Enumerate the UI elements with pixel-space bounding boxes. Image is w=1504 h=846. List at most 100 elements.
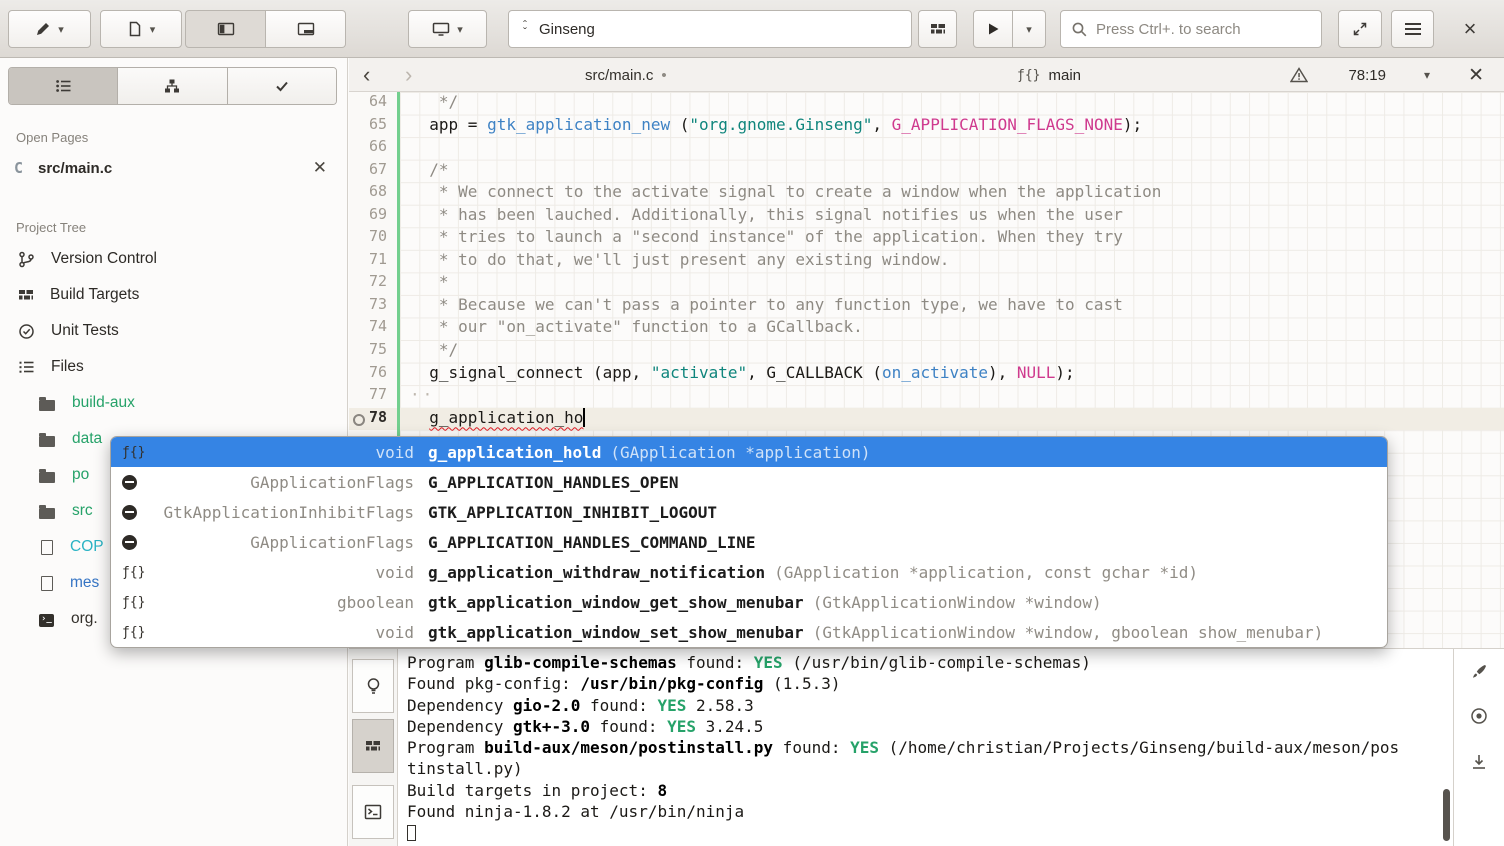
app-window: { "header": { "project_name": "Ginseng",… bbox=[0, 0, 1504, 846]
play-icon bbox=[985, 21, 1001, 37]
line-number[interactable]: 77 bbox=[349, 385, 397, 408]
console-scrollbar[interactable] bbox=[1443, 789, 1450, 841]
list-icon bbox=[55, 78, 72, 94]
build-status-omnibar[interactable]: ˆˇ Ginseng bbox=[508, 10, 912, 48]
project-title: Ginseng bbox=[539, 21, 595, 38]
code-line[interactable]: */ bbox=[400, 92, 1504, 115]
symbol-selector[interactable]: ƒ{} main bbox=[1017, 58, 1081, 92]
code-line[interactable] bbox=[400, 137, 1504, 160]
tree-item-unit-tests[interactable]: Unit Tests bbox=[0, 313, 347, 349]
line-number[interactable]: 75 bbox=[349, 340, 397, 363]
completion-popup: ƒ{}voidg_application_hold(GApplication *… bbox=[110, 436, 1388, 648]
terminal-panel-button[interactable] bbox=[352, 785, 394, 839]
line-number[interactable]: 71 bbox=[349, 250, 397, 273]
line-number[interactable]: 68 bbox=[349, 182, 397, 205]
hamburger-icon bbox=[1405, 23, 1421, 35]
code-line[interactable]: * our "on_activate" function to a GCallb… bbox=[400, 317, 1504, 340]
open-document-button[interactable]: ▾ bbox=[100, 10, 182, 48]
enum-icon bbox=[122, 475, 137, 490]
line-number[interactable]: 72 bbox=[349, 272, 397, 295]
enum-icon bbox=[122, 535, 137, 550]
line-number[interactable]: 67 bbox=[349, 160, 397, 183]
function-icon: ƒ{} bbox=[122, 445, 148, 460]
close-editor-icon[interactable]: ✕ bbox=[1468, 58, 1484, 92]
file-label: org. bbox=[71, 610, 98, 628]
code-line[interactable]: app = gtk_application_new ("org.gnome.Gi… bbox=[400, 115, 1504, 138]
line-number[interactable]: 66 bbox=[349, 137, 397, 160]
project-tree-label: Project Tree bbox=[16, 220, 86, 235]
line-number[interactable]: 70 bbox=[349, 227, 397, 250]
device-selector-button[interactable]: ▾ bbox=[408, 10, 487, 48]
monitor-icon bbox=[432, 21, 450, 37]
completion-row[interactable]: GtkApplicationInhibitFlagsGTK_APPLICATIO… bbox=[111, 497, 1387, 527]
completion-row[interactable]: ƒ{}voidg_application_withdraw_notificati… bbox=[111, 557, 1387, 587]
completion-params: (GtkApplicationWindow *window) bbox=[813, 593, 1102, 612]
line-number[interactable]: 76 bbox=[349, 363, 397, 386]
edit-mode-button[interactable]: ▾ bbox=[8, 10, 91, 48]
build-output-console[interactable]: Program glib-compile-schemas found: YES … bbox=[407, 652, 1403, 844]
sidebar-tab-checks[interactable] bbox=[228, 68, 336, 104]
completion-row[interactable]: GApplicationFlagsG_APPLICATION_HANDLES_C… bbox=[111, 527, 1387, 557]
sidebar-tab-build[interactable] bbox=[118, 68, 227, 104]
completion-type: void bbox=[148, 623, 414, 642]
format-button[interactable] bbox=[1454, 663, 1504, 681]
build-bricks-icon bbox=[930, 21, 946, 37]
line-number[interactable]: 69 bbox=[349, 205, 397, 228]
tree-item-build-targets[interactable]: Build Targets bbox=[0, 277, 347, 313]
tree-item-files[interactable]: Files bbox=[0, 349, 347, 385]
code-line[interactable]: /* bbox=[400, 160, 1504, 183]
close-page-icon[interactable]: ✕ bbox=[313, 158, 327, 178]
completion-row[interactable]: GApplicationFlagsG_APPLICATION_HANDLES_O… bbox=[111, 467, 1387, 497]
diagnostics-button[interactable] bbox=[1290, 58, 1308, 92]
code-line[interactable]: ·· bbox=[400, 385, 1504, 408]
function-icon: ƒ{} bbox=[122, 625, 148, 640]
code-line[interactable]: g_signal_connect (app, "activate", G_CAL… bbox=[400, 363, 1504, 386]
symbol-name: main bbox=[1048, 67, 1081, 84]
breadcrumb[interactable]: src/main.c • bbox=[585, 58, 667, 92]
code-line[interactable]: * bbox=[400, 272, 1504, 295]
code-line[interactable]: * tries to launch a "second instance" of… bbox=[400, 227, 1504, 250]
completion-type: void bbox=[148, 563, 414, 582]
sidebar-tab-tree[interactable] bbox=[9, 68, 118, 104]
line-number[interactable]: 65 bbox=[349, 115, 397, 138]
download-button[interactable] bbox=[1454, 753, 1504, 771]
build-output-panel-button[interactable] bbox=[352, 719, 394, 773]
code-line[interactable]: * We connect to the activate signal to c… bbox=[400, 182, 1504, 205]
editor-header: ‹ › src/main.c • ƒ{} main 78:19 ▾ ✕ bbox=[349, 58, 1504, 92]
completion-row[interactable]: ƒ{}voidgtk_application_window_set_show_m… bbox=[111, 617, 1387, 647]
completion-params: (GApplication *application, const gchar … bbox=[774, 563, 1198, 582]
console-line: Dependency gio-2.0 found: YES 2.58.3 bbox=[407, 695, 1403, 716]
line-number[interactable]: 64 bbox=[349, 92, 397, 115]
toggle-bottom-panel-button[interactable] bbox=[266, 10, 346, 48]
fullscreen-button[interactable] bbox=[1338, 10, 1382, 48]
run-button[interactable] bbox=[973, 10, 1013, 48]
completion-type: GApplicationFlags bbox=[148, 533, 414, 552]
line-number[interactable]: 78 bbox=[349, 408, 397, 431]
completion-row[interactable]: ƒ{}gbooleangtk_application_window_get_sh… bbox=[111, 587, 1387, 617]
code-line[interactable]: * to do that, we'll just present any exi… bbox=[400, 250, 1504, 273]
code-line[interactable]: g_application_ho bbox=[400, 408, 1504, 431]
tree-item-version-control[interactable]: Version Control bbox=[0, 241, 347, 277]
left-panel-icon bbox=[217, 21, 235, 37]
nav-back-icon[interactable]: ‹ bbox=[363, 58, 370, 92]
code-line[interactable]: * has been lauched. Additionally, this s… bbox=[400, 205, 1504, 228]
line-number[interactable]: 74 bbox=[349, 317, 397, 340]
line-number[interactable]: 73 bbox=[349, 295, 397, 318]
record-button[interactable] bbox=[1454, 707, 1504, 725]
close-window-button[interactable]: × bbox=[1448, 10, 1492, 48]
messages-panel-button[interactable] bbox=[352, 659, 394, 713]
run-options-button[interactable]: ▾ bbox=[1013, 10, 1046, 48]
completion-row[interactable]: ƒ{}voidg_application_hold(GApplication *… bbox=[111, 437, 1387, 467]
tree-file-build-aux[interactable]: build-aux bbox=[0, 385, 347, 421]
search-input[interactable] bbox=[1096, 21, 1311, 38]
menu-button[interactable] bbox=[1391, 10, 1434, 48]
chevron-down-icon[interactable]: ▾ bbox=[1424, 58, 1430, 92]
folder-icon bbox=[39, 472, 55, 483]
build-button[interactable] bbox=[918, 10, 957, 48]
code-line[interactable]: * Because we can't pass a pointer to any… bbox=[400, 295, 1504, 318]
breadcrumb-path: src/main.c bbox=[585, 67, 653, 84]
toggle-left-panel-button[interactable] bbox=[185, 10, 266, 48]
code-line[interactable]: */ bbox=[400, 340, 1504, 363]
open-page-row[interactable]: C src/main.c ✕ bbox=[0, 150, 347, 186]
nav-forward-icon[interactable]: › bbox=[405, 58, 412, 92]
